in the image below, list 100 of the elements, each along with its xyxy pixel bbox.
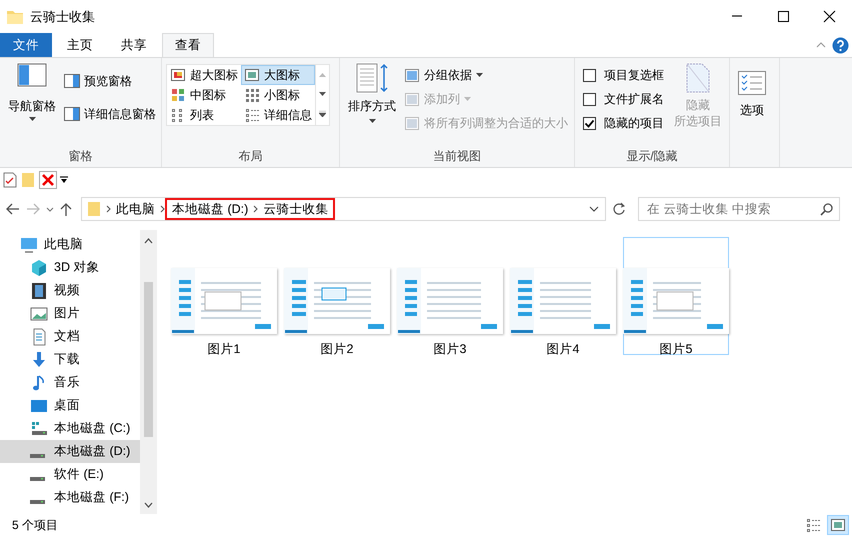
details-view-icon[interactable] [806,518,820,532]
expand-icon[interactable] [319,111,326,118]
folder-icon [86,201,102,217]
nav-item[interactable]: 文档 [0,325,140,348]
address-bar[interactable]: 此电脑 本地磁盘 (D:) 云骑士收集 [81,197,606,221]
back-icon[interactable] [6,203,20,215]
refresh-icon[interactable] [612,202,626,216]
collapse-icon[interactable] [816,42,826,48]
dropdown-icon[interactable] [60,176,68,184]
checkbox[interactable] [583,116,596,130]
drive-icon [30,476,45,480]
group-label: 显示/隐藏 [625,148,679,165]
sort-icon [355,63,389,93]
nav-item[interactable]: 音乐 [0,371,140,394]
checkbox[interactable] [583,92,596,106]
search-box[interactable]: 在 云骑士收集 中搜索 [638,197,840,221]
layout-option[interactable]: 中图标 [167,85,241,105]
breadcrumb[interactable]: 本地磁盘 (D:) [167,200,254,218]
caret-icon [476,73,483,77]
view-toggle[interactable] [827,515,849,535]
up-icon[interactable] [60,202,72,216]
computer-icon [20,236,38,254]
scroll-down-icon[interactable] [144,502,153,508]
pane-button[interactable]: 详细信息窗格 [60,103,160,125]
nav-item[interactable]: 桌面 [0,394,140,417]
dropdown-icon[interactable] [589,206,599,212]
nav-item[interactable]: 软件 (E:) [0,463,140,486]
image-icon [30,304,48,322]
layout-option[interactable]: 小图标 [241,85,315,105]
chevron-icon[interactable] [253,205,258,213]
cube-icon [30,258,48,276]
column-icon [404,67,420,83]
file-name: 图片2 [320,341,354,358]
options-button[interactable]: 选项 [734,70,770,122]
help-icon[interactable] [832,36,849,54]
pane-button[interactable]: 预览窗格 [60,70,160,92]
layout-option[interactable]: 详细信息 [241,105,315,125]
group-by-button[interactable]: 分组依据 [400,64,572,86]
delete-icon[interactable] [39,171,57,189]
view-icon [171,68,186,82]
caret-icon [28,117,36,121]
pane-icon [64,107,80,121]
chevron-icon[interactable] [106,205,111,213]
checkbox-option[interactable]: 项目复选框 [579,64,668,86]
layout-option[interactable]: 列表 [167,105,241,125]
file-item[interactable]: 图片5 [623,237,729,355]
properties-icon[interactable] [3,172,17,188]
ribbon-tab[interactable]: 查看 [162,33,214,57]
layout-option[interactable]: 超大图标 [167,65,241,85]
sort-by-button[interactable]: 排序方式 [344,62,400,138]
ribbon-tab[interactable]: 主页 [54,33,106,57]
ribbon-tab[interactable]: 文件 [0,33,52,57]
search-icon[interactable] [820,202,833,216]
group-label: 当前视图 [432,148,482,165]
scroll-down-icon[interactable] [319,92,326,96]
item-count: 5 个项目 [12,517,58,534]
nav-item[interactable]: 图片 [0,302,140,325]
file-name: 图片1 [208,341,240,358]
scroll-up-icon[interactable] [144,238,153,244]
caret-icon [368,119,376,123]
group-label: 布局 [238,148,264,165]
nav-item[interactable]: 视频 [0,279,140,302]
options-icon [738,71,766,95]
file-item[interactable]: 图片1 [171,237,277,355]
folder-icon [6,8,24,25]
pane-icon [17,63,47,87]
checkbox-option[interactable]: 隐藏的项目 [579,112,668,134]
nav-item[interactable]: 本地磁盘 (F:) [0,486,140,509]
page-icon [686,63,710,93]
drive-icon [30,500,45,504]
layout-option[interactable]: 大图标 [241,65,315,85]
nav-item[interactable]: 本地磁盘 (D:) [0,440,140,463]
checkbox[interactable] [583,68,596,82]
nav-item[interactable]: 此电脑 [0,233,140,256]
chevron-icon[interactable] [160,205,165,213]
breadcrumb[interactable]: 云骑士收集 [258,200,334,218]
close-icon[interactable] [822,10,836,23]
download-icon [30,350,48,368]
recent-icon[interactable] [46,206,54,212]
drive-icon [30,454,45,458]
breadcrumb[interactable]: 此电脑 [111,200,160,218]
file-name: 图片5 [660,341,692,358]
scrollbar-thumb[interactable] [144,282,153,437]
maximize-icon[interactable] [776,10,790,23]
file-item[interactable]: 图片2 [284,237,390,355]
view-icon [245,88,260,102]
nav-item[interactable]: 3D 对象 [0,256,140,279]
nav-item[interactable]: 本地磁盘 (C:) [0,417,140,440]
window-title: 云骑士收集 [30,8,95,26]
drive-icon [30,420,48,438]
film-icon [30,282,48,300]
file-name: 图片3 [434,341,466,358]
ribbon-tab[interactable]: 共享 [108,33,160,57]
file-item[interactable]: 图片4 [510,237,616,355]
nav-item[interactable]: 下载 [0,348,140,371]
checkbox-option[interactable]: 文件扩展名 [579,88,668,110]
navigation-pane-button[interactable]: 导航窗格 [4,62,60,138]
caret-icon [464,97,471,101]
file-item[interactable]: 图片3 [397,237,503,355]
large-icons-view-icon[interactable] [830,518,846,532]
